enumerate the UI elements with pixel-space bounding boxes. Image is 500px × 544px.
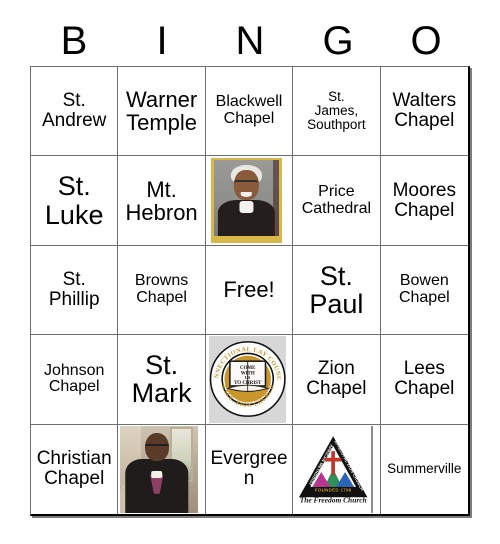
ame-zion-triangle-logo: AFRICAN METHODIST EPISCOPAL ZION CHURCH … xyxy=(294,425,378,513)
portrait-glasses xyxy=(234,179,259,188)
logo-graphic: AFRICAN METHODIST EPISCOPAL ZION CHURCH … xyxy=(299,436,368,505)
bingo-cell[interactable]: St. Phillip xyxy=(31,245,119,336)
bingo-cell-media[interactable] xyxy=(118,424,206,514)
portrait-smile xyxy=(241,192,252,197)
bingo-cell-label: Blackwell Chapel xyxy=(215,93,283,128)
header-letter-i: I xyxy=(156,19,168,63)
bingo-header: B I N G O xyxy=(30,16,470,66)
bingo-cell-label: St. Luke xyxy=(44,171,104,230)
bishop-portrait-gold-frame xyxy=(207,157,291,243)
bingo-cell-label: Lees Chapel xyxy=(394,358,455,400)
header-letter-n: N xyxy=(235,19,265,63)
logo-tagline: The Freedom Church xyxy=(300,496,367,505)
bingo-cell[interactable]: Lees Chapel xyxy=(380,335,468,425)
bingo-cell-label: St. Paul xyxy=(309,260,364,319)
bingo-cell-label: St. James, Southport xyxy=(307,88,366,133)
bingo-cell-label: St. Phillip xyxy=(48,269,100,310)
bingo-cell-label: Summerville xyxy=(387,461,462,477)
bingo-cell[interactable]: Browns Chapel xyxy=(118,245,206,336)
portrait-clerical-collar xyxy=(239,201,254,214)
bingo-cell[interactable]: Summerville xyxy=(380,424,468,514)
seal-book-line-1: COME xyxy=(240,366,256,371)
connectional-lay-council-seal: CONNECTIONAL LAY COUNCIL A.M.E. ZION CHU… xyxy=(207,336,291,423)
portrait-photo xyxy=(120,425,198,513)
bingo-cell-label: Price Cathedral xyxy=(301,182,372,217)
seal-book-line-3: US xyxy=(245,375,251,380)
bingo-cell[interactable]: Price Cathedral xyxy=(293,156,381,246)
bingo-cell[interactable]: Walters Chapel xyxy=(380,67,468,157)
bingo-cell-label: Moores Chapel xyxy=(392,179,456,221)
bingo-grid: St. Andrew Warner Temple Blackwell Chapel St. J… xyxy=(30,66,470,516)
bingo-cell-label: St. Andrew xyxy=(41,90,107,132)
bingo-cell-label: Warner Temple xyxy=(125,87,198,136)
logo-background: AFRICAN METHODIST EPISCOPAL ZION CHURCH … xyxy=(296,425,373,513)
bingo-cell-media[interactable]: CONNECTIONAL LAY COUNCIL A.M.E. ZION CHU… xyxy=(205,335,294,425)
portrait-frame xyxy=(210,158,283,243)
bingo-cell[interactable]: Bowen Chapel xyxy=(380,245,468,336)
logo-band-text: FOUNDED 1796 xyxy=(315,488,352,493)
bingo-cell[interactable]: St. Luke xyxy=(31,156,119,246)
bingo-cell-free-space[interactable]: Free! xyxy=(205,245,294,336)
bingo-cell[interactable]: Christian Chapel xyxy=(31,424,119,514)
header-letter-g: G xyxy=(322,19,354,63)
bingo-cell[interactable]: Zion Chapel xyxy=(293,335,381,425)
bingo-cell[interactable]: Evergreen xyxy=(205,424,294,514)
bingo-card: B I N G O St. Andrew Warner Temple Blackwell… xyxy=(0,0,500,544)
portrait-edge-shadow xyxy=(273,160,280,236)
bingo-cell-label: Mt. Hebron xyxy=(125,176,198,225)
bingo-cell[interactable]: St. Andrew xyxy=(31,67,119,157)
bingo-cell[interactable]: Warner Temple xyxy=(118,67,206,157)
bingo-cell-label: Christian Chapel xyxy=(36,448,112,490)
header-letter-o: O xyxy=(410,19,442,63)
bingo-cell[interactable]: Johnson Chapel xyxy=(31,335,119,425)
portrait-photo xyxy=(213,160,280,236)
portrait-clerical-collar xyxy=(150,471,163,479)
portrait-glasses xyxy=(144,443,169,452)
bingo-cell[interactable]: St. Mark xyxy=(118,335,206,425)
bingo-cell-media[interactable] xyxy=(205,156,294,246)
bingo-cell-label: Zion Chapel xyxy=(306,358,367,400)
bingo-cell[interactable]: Mt. Hebron xyxy=(118,156,206,246)
bingo-cell-label: Browns Chapel xyxy=(134,272,189,306)
bingo-cell[interactable]: St. Paul xyxy=(293,245,381,336)
seal-background: CONNECTIONAL LAY COUNCIL A.M.E. ZION CHU… xyxy=(208,336,287,423)
seal-graphic: CONNECTIONAL LAY COUNCIL A.M.E. ZION CHU… xyxy=(209,338,286,418)
bingo-cell-label: Bowen Chapel xyxy=(398,272,450,306)
bishop-portrait-interior xyxy=(119,425,203,513)
bingo-cell-label: Walters Chapel xyxy=(392,90,457,132)
bingo-cell-label: St. Mark xyxy=(131,350,192,409)
header-letter-b: B xyxy=(60,19,88,63)
bingo-cell-media[interactable]: AFRICAN METHODIST EPISCOPAL ZION CHURCH … xyxy=(293,424,381,514)
bingo-cell[interactable]: Moores Chapel xyxy=(380,156,468,246)
bingo-cell[interactable]: Blackwell Chapel xyxy=(205,67,294,157)
bingo-cell[interactable]: St. James, Southport xyxy=(293,67,381,157)
bingo-cell-label: Free! xyxy=(223,277,275,303)
bingo-cell-label: Evergreen xyxy=(210,448,288,490)
bingo-cell-label: Johnson Chapel xyxy=(43,361,105,396)
seal-open-book: COME WITH US TO CHRIST xyxy=(225,360,270,393)
